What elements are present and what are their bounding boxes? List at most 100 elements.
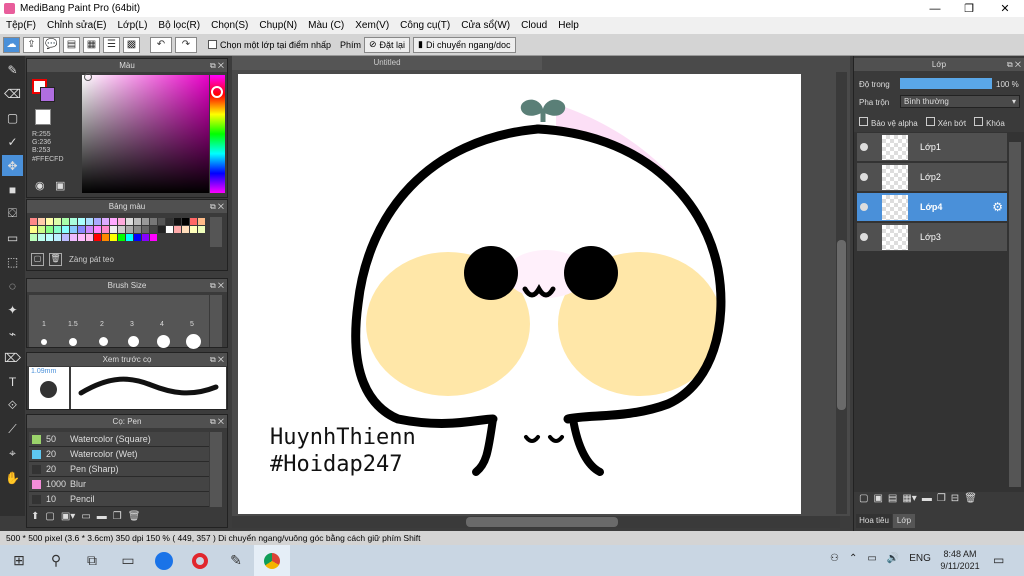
transparent-swatch[interactable] [35, 109, 51, 125]
palette-swatch[interactable] [86, 226, 93, 233]
menu-filter[interactable]: Bộ lọc(R) [158, 20, 200, 31]
layer-list-scrollbar[interactable] [1009, 142, 1021, 487]
menu-color[interactable]: Màu (C) [308, 20, 344, 31]
maximize-icon[interactable]: ❐ [952, 0, 986, 17]
horizontal-scrollbar[interactable] [232, 516, 840, 528]
delete-layer-icon[interactable]: 🗑 [964, 493, 977, 504]
palette-swatch[interactable] [94, 226, 101, 233]
palette-swatch[interactable] [126, 226, 133, 233]
palette-swatch[interactable] [118, 234, 125, 241]
eye-icon[interactable] [860, 173, 868, 181]
palette-swatch[interactable] [134, 218, 141, 225]
palette-swatch[interactable] [94, 218, 101, 225]
brush-tool-icon[interactable]: ✎ [2, 59, 23, 80]
palette-swatch[interactable] [102, 226, 109, 233]
menu-window[interactable]: Cửa sổ(W) [461, 20, 510, 31]
divide-tool-icon[interactable]: ⟋ [2, 419, 23, 440]
gear-icon[interactable]: ⚙ [992, 200, 1003, 214]
color-picker-icon[interactable]: ▣ [55, 179, 65, 192]
palette-swatch[interactable] [38, 218, 45, 225]
layer-folder-icon[interactable]: ▬ [922, 493, 932, 504]
drawing-canvas[interactable]: HuynhThienn #Hoidap247 [238, 74, 801, 514]
palette-swatch[interactable] [30, 234, 37, 241]
palette-swatch[interactable] [150, 218, 157, 225]
palette-swatch[interactable] [86, 234, 93, 241]
palette-swatch[interactable] [150, 226, 157, 233]
eye-icon[interactable] [860, 203, 868, 211]
palette-swatch[interactable] [62, 218, 69, 225]
brush-size-scrollbar[interactable] [210, 295, 222, 347]
rectangle-tool-icon[interactable]: ▢ [2, 107, 23, 128]
select-pen-tool-icon[interactable]: ⌁ [2, 323, 23, 344]
eye-icon[interactable] [860, 143, 868, 151]
minimize-icon[interactable]: — [918, 0, 952, 17]
brush-folder-icon[interactable]: ▬ [97, 511, 107, 522]
palette-swatch[interactable] [118, 226, 125, 233]
palette-swatch[interactable] [70, 226, 77, 233]
menu-select[interactable]: Chọn(S) [211, 20, 248, 31]
add-palette-icon[interactable]: ▢ [31, 253, 44, 266]
task-view-icon[interactable]: ⧉ [74, 545, 110, 576]
palette-swatch[interactable] [46, 226, 53, 233]
clock[interactable]: 8:48 AM 9/11/2021 [940, 548, 980, 572]
palette-swatch[interactable] [102, 218, 109, 225]
eraser-tool-icon[interactable]: ⌫ [2, 83, 23, 104]
tab-navigator[interactable]: Hoa tiêu [856, 514, 892, 528]
add-brush-icon[interactable]: ▢ [45, 511, 54, 522]
palette-swatch[interactable] [190, 218, 197, 225]
palette-swatch[interactable] [198, 226, 205, 233]
select-layer-checkbox[interactable]: Chọn một lớp tại điểm nhấp [203, 36, 336, 53]
layer-row[interactable]: Lớp1 [857, 133, 1007, 162]
palette-swatch[interactable] [54, 218, 61, 225]
palette-swatch[interactable] [134, 226, 141, 233]
list-item[interactable]: 20 Watercolor (Wet) [29, 447, 209, 462]
new-layer-8bit-icon[interactable]: ▣ [873, 493, 882, 504]
comment-icon[interactable]: ▤ [63, 36, 80, 53]
horizontal-scroll-thumb[interactable] [466, 517, 618, 527]
bucket-tool-icon[interactable]: ⛋ [2, 203, 23, 224]
document-icon[interactable]: ▦ [83, 36, 100, 53]
panel-close-icon[interactable]: ⧉ ✕ [210, 353, 224, 366]
palette-swatch[interactable] [30, 218, 37, 225]
panel-close-icon[interactable]: ⧉ ✕ [1007, 58, 1021, 71]
dot-tool-icon[interactable]: ✓ [2, 131, 23, 152]
palette-swatch[interactable] [110, 234, 117, 241]
grid-icon[interactable]: ▩ [123, 36, 140, 53]
tab-layer[interactable]: Lớp [893, 514, 915, 528]
vertical-scroll-thumb[interactable] [837, 240, 846, 410]
magic-wand-tool-icon[interactable]: ✦ [2, 299, 23, 320]
palette-swatch[interactable] [126, 234, 133, 241]
palette-swatch[interactable] [30, 226, 37, 233]
move-tool-icon[interactable]: ✥ [2, 155, 23, 176]
redo-icon[interactable]: ↷ [175, 36, 197, 53]
brush-size-3[interactable]: 3 [130, 321, 134, 328]
undo-icon[interactable]: ↶ [150, 36, 172, 53]
text-tool-icon[interactable]: T [2, 371, 23, 392]
color-cursor[interactable] [84, 73, 92, 81]
brush-copy-icon[interactable]: ❐ [113, 511, 122, 522]
palette-swatch[interactable] [182, 218, 189, 225]
palette-swatch[interactable] [46, 234, 53, 241]
network-icon[interactable]: ▭ [867, 553, 876, 564]
delete-palette-icon[interactable]: 🗑 [49, 253, 62, 266]
windows-start-icon[interactable]: ⊞ [0, 545, 38, 576]
document-tab[interactable]: Untitled [232, 56, 542, 70]
panel-close-icon[interactable]: ⧉ ✕ [210, 59, 224, 72]
menu-tools[interactable]: Công cụ(T) [400, 20, 450, 31]
vertical-scrollbar[interactable] [836, 72, 847, 514]
opacity-slider[interactable] [900, 78, 992, 89]
layer-row-selected[interactable]: Lớp4 ⚙ [857, 193, 1007, 222]
panel-close-icon[interactable]: ⧉ ✕ [210, 200, 224, 213]
list-item[interactable]: 1000 Blur [29, 477, 209, 492]
brush-size-grid[interactable]: 1 1.5 2 3 4 5 [29, 295, 209, 349]
upload-icon[interactable]: ⇪ [23, 36, 40, 53]
palette-scrollbar[interactable] [210, 217, 222, 247]
menu-help[interactable]: Help [558, 20, 579, 31]
layer-dropdown-icon[interactable]: ▦▾ [902, 493, 916, 504]
palette-swatch[interactable] [78, 234, 85, 241]
notification-icon[interactable]: ▭ [993, 553, 1004, 567]
palette-swatch[interactable] [166, 218, 173, 225]
clip-checkbox[interactable]: Xén bớt [925, 117, 966, 128]
palette-swatch[interactable] [110, 218, 117, 225]
delete-brush-icon[interactable]: 🗑 [128, 511, 141, 522]
